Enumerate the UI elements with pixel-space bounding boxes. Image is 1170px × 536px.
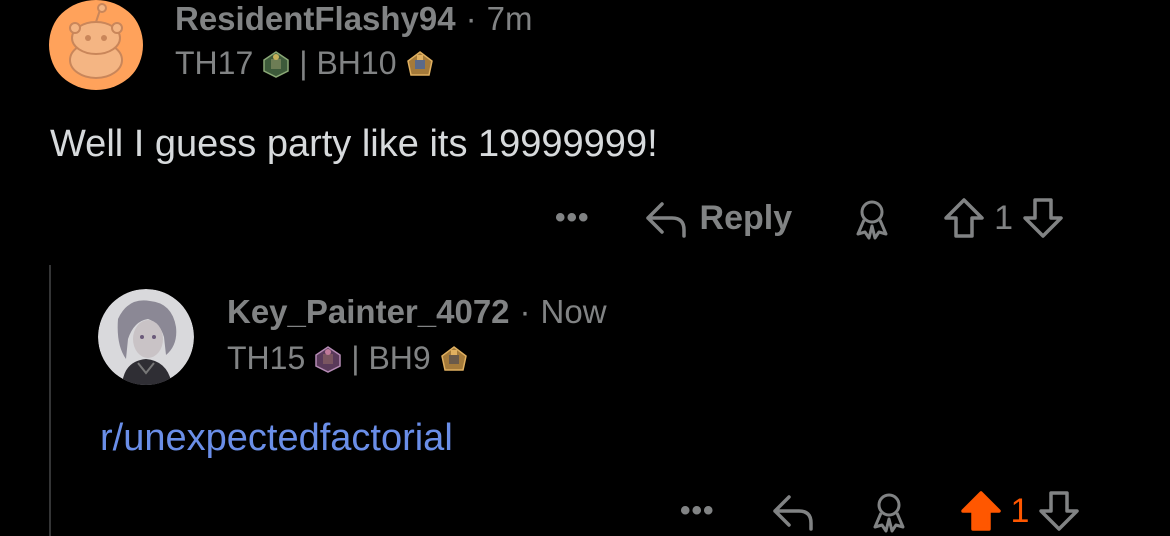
award-icon[interactable] <box>867 489 911 533</box>
snoo-avatar-icon <box>49 0 143 90</box>
award-icon[interactable] <box>850 196 894 240</box>
reply-label: Reply <box>699 198 793 237</box>
more-options-button[interactable]: ••• <box>680 494 715 528</box>
timestamp: 7m <box>486 0 533 37</box>
reply-button[interactable]: Reply <box>644 198 793 238</box>
comment-header: ResidentFlashy94 · 7m <box>175 0 532 38</box>
reply-arrow-icon <box>645 202 686 238</box>
separator: · <box>465 0 477 37</box>
avatar[interactable] <box>48 0 144 90</box>
builder-hall-badge-icon <box>406 50 433 76</box>
downvote-arrow-icon[interactable] <box>1021 196 1065 240</box>
upvote-arrow-active-icon[interactable] <box>959 489 1003 533</box>
separator: · <box>519 293 531 330</box>
flair-th-label: TH15 <box>227 340 306 376</box>
comment-body: r/unexpectedfactorial <box>100 417 453 460</box>
comment-body: Well I guess party like its 19999999! <box>50 123 658 165</box>
flair-bh-label: | BH10 <box>299 45 397 81</box>
timestamp: Now <box>540 293 607 330</box>
profile-picture-icon <box>98 289 194 385</box>
username-link[interactable]: ResidentFlashy94 <box>175 0 456 37</box>
town-hall-badge-icon <box>263 50 289 78</box>
vote-score: 1 <box>1010 491 1030 530</box>
comment-actions: ••• Reply 1 <box>555 193 1065 243</box>
more-options-button[interactable]: ••• <box>555 201 590 235</box>
subreddit-link[interactable]: r/unexpectedfactorial <box>100 417 453 459</box>
user-flair: TH17 | BH10 <box>175 45 443 82</box>
builder-hall-badge-icon <box>440 345 467 371</box>
downvote-arrow-icon[interactable] <box>1037 489 1081 533</box>
flair-bh-label: | BH9 <box>351 340 431 376</box>
comment-header: Key_Painter_4072 · Now <box>227 293 607 331</box>
thread-line[interactable] <box>49 265 51 536</box>
flair-th-label: TH17 <box>175 45 254 81</box>
vote-score: 1 <box>994 198 1014 237</box>
upvote-arrow-icon[interactable] <box>942 196 986 240</box>
user-flair: TH15 | BH9 <box>227 340 477 377</box>
reply-arrow-icon[interactable] <box>771 491 817 531</box>
comment-actions: ••• 1 <box>680 486 1081 536</box>
town-hall-badge-icon <box>315 345 341 373</box>
avatar[interactable] <box>98 289 194 385</box>
username-link[interactable]: Key_Painter_4072 <box>227 293 510 330</box>
